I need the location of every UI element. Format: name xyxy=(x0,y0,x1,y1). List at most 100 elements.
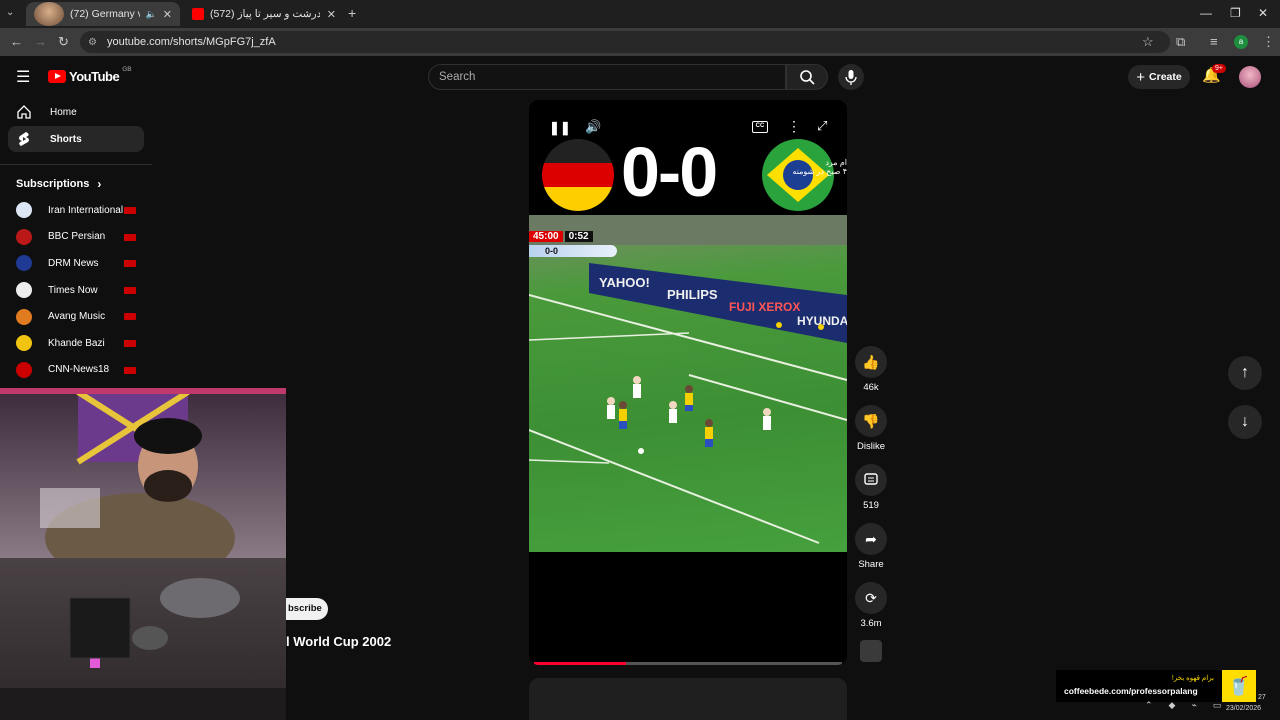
short-title: l World Cup 2002 xyxy=(286,634,392,649)
subscriptions-header[interactable]: Subscriptions › xyxy=(0,165,152,197)
subscriptions-label: Subscriptions xyxy=(16,178,90,190)
like-action[interactable]: 👍 46k xyxy=(853,346,889,393)
network-icon[interactable]: ⌁ xyxy=(1191,700,1196,711)
sidebar-item-subscription[interactable]: Avang Music xyxy=(0,303,152,330)
chrome-menu-icon[interactable]: ⋮ xyxy=(1262,34,1275,50)
sidebar-item-subscription[interactable]: Times Now xyxy=(0,277,152,304)
match-clock: 45:00 xyxy=(529,231,563,242)
youtube-logo[interactable]: YouTube GB xyxy=(48,66,132,84)
profile-icon[interactable]: a xyxy=(1234,35,1248,49)
previous-short-button[interactable]: ↑ xyxy=(1228,356,1262,390)
close-window-button[interactable]: ✕ xyxy=(1258,6,1268,20)
reload-icon[interactable]: ↻ xyxy=(58,34,69,50)
create-button[interactable]: + Create xyxy=(1128,65,1190,89)
tray-app-icon[interactable]: ◆ xyxy=(1169,700,1176,711)
forward-icon[interactable]: → xyxy=(34,34,47,49)
media-icon[interactable]: ≡ xyxy=(1210,34,1218,49)
share-arrow-icon: ➦ xyxy=(865,530,877,547)
maximize-button[interactable]: ❐ xyxy=(1230,6,1241,20)
sidebar-item-label: Home xyxy=(50,106,77,118)
ad-board-philips: PHILIPS xyxy=(667,287,718,302)
url-text[interactable]: youtube.com/shorts/MGpFG7j_zfA xyxy=(107,36,276,48)
sidebar-item-subscription[interactable]: BBC Persian xyxy=(0,224,152,251)
sidebar-item-subscription[interactable]: Khande Bazi xyxy=(0,330,152,357)
shorts-icon xyxy=(19,132,29,146)
channel-name: Iran International xyxy=(48,204,124,216)
ad-board-yahoo: YAHOO! xyxy=(599,275,650,290)
dislike-action[interactable]: 👎 Dislike xyxy=(853,405,889,452)
search-icon xyxy=(800,70,815,85)
back-icon[interactable]: ← xyxy=(10,34,23,49)
channel-name: Times Now xyxy=(48,284,98,296)
next-short-preview[interactable] xyxy=(529,678,847,720)
sidebar-item-shorts[interactable]: Shorts xyxy=(8,126,144,152)
tray-chevron-icon[interactable]: ⌃ xyxy=(1145,700,1153,711)
minimize-button[interactable]: — xyxy=(1200,6,1212,20)
sound-thumbnail[interactable] xyxy=(860,640,882,662)
bookmark-star-icon[interactable]: ☆ xyxy=(1142,34,1154,50)
webcam-scene-image xyxy=(0,388,286,558)
remix-icon: ⟳ xyxy=(865,589,877,606)
site-info-icon[interactable]: ⚙ xyxy=(88,37,97,48)
tab-persian-video[interactable]: (572) ریز و درشت و سیر تا پیاز ... ✕ xyxy=(184,2,344,26)
battery-icon[interactable]: ▭ xyxy=(1213,700,1222,711)
share-action[interactable]: ➦ Share xyxy=(853,523,889,570)
volume-icon[interactable]: 🔊 xyxy=(585,119,601,135)
fullscreen-icon[interactable]: ⤢ xyxy=(817,118,827,134)
tab-germany-brazil[interactable]: (72) Germany vs Brazil Wo 🔈 ✕ xyxy=(26,2,180,26)
extensions-icon[interactable]: ⧉ xyxy=(1176,34,1185,50)
channel-avatar xyxy=(16,202,32,219)
new-tab-button[interactable]: + xyxy=(348,5,356,21)
comments-button[interactable] xyxy=(855,464,887,496)
channel-avatar xyxy=(16,308,32,325)
microphone-icon xyxy=(845,70,857,85)
tray-time: 27 xyxy=(1258,694,1266,701)
more-options-icon[interactable]: ⋮ xyxy=(787,118,801,135)
tab-close-icon[interactable]: ✕ xyxy=(163,8,172,21)
sidebar-item-subscription[interactable]: DRM News xyxy=(0,250,152,277)
channel-avatar xyxy=(16,335,32,352)
pause-icon[interactable]: ❚❚ xyxy=(549,120,571,136)
sidebar-item-home[interactable]: Home xyxy=(8,99,144,125)
remix-button[interactable]: ⟳ xyxy=(855,582,887,614)
sidebar: Home Shorts Subscriptions › Iran Interna… xyxy=(0,98,152,383)
webcam-overlay-top xyxy=(0,388,286,558)
sidebar-item-subscription[interactable]: CNN-News18 xyxy=(0,357,152,384)
live-indicator-icon xyxy=(124,233,136,241)
mini-scoreboard: 0-0 xyxy=(529,245,617,257)
shorts-player[interactable]: 0-0 ام مرد ۴ صبح در شومنه ❚❚ 🔊 CC ⋮ ⤢ YA… xyxy=(529,100,847,665)
tab-label: (72) Germany vs Brazil Wo xyxy=(70,8,140,20)
next-short-button[interactable]: ↓ xyxy=(1228,405,1262,439)
comment-icon xyxy=(864,473,878,485)
caption-overlay: ام مرد ۴ صبح در شومنه xyxy=(792,158,847,176)
tab-search-icon[interactable]: ⌄ xyxy=(6,7,14,18)
promo-rtl-text: برام قهوه بخر! xyxy=(1171,675,1214,682)
subscribe-button[interactable]: bscribe xyxy=(286,598,328,620)
tab-close-icon[interactable]: ✕ xyxy=(327,8,336,21)
account-avatar[interactable] xyxy=(1239,66,1261,88)
search-button[interactable] xyxy=(786,64,828,90)
match-score: 0-0 xyxy=(621,133,718,211)
progress-track[interactable] xyxy=(534,662,842,665)
plus-icon: + xyxy=(1136,68,1146,86)
hamburger-menu-icon[interactable]: ☰ xyxy=(16,67,30,87)
remix-action[interactable]: ⟳ 3.6m xyxy=(853,582,889,629)
captions-icon[interactable]: CC xyxy=(752,121,768,133)
comments-action[interactable]: 519 xyxy=(853,464,889,511)
search-input[interactable]: Search xyxy=(428,64,786,90)
youtube-favicon-icon xyxy=(192,8,204,20)
football-pitch-video: YAHOO! PHILIPS FUJI XEROX HYUNDAI 45:00 … xyxy=(529,215,847,552)
players-group xyxy=(607,322,824,447)
address-bar-row: ← → ↻ ⚙ youtube.com/shorts/MGpFG7j_zfA ☆… xyxy=(0,28,1280,56)
share-label: Share xyxy=(858,559,884,570)
share-button[interactable]: ➦ xyxy=(855,523,887,555)
ad-board-fuji-xerox: FUJI XEROX xyxy=(729,300,800,314)
dislike-button[interactable]: 👎 xyxy=(855,405,887,437)
live-indicator-icon xyxy=(124,366,136,374)
voice-search-button[interactable] xyxy=(838,64,864,90)
channel-name: Khande Bazi xyxy=(48,337,105,349)
like-button[interactable]: 👍 xyxy=(855,346,887,378)
webcam-overlay-bottom xyxy=(0,558,286,720)
sidebar-item-subscription[interactable]: Iran International xyxy=(0,197,152,224)
omnibox[interactable]: ⚙ youtube.com/shorts/MGpFG7j_zfA xyxy=(80,31,1170,53)
